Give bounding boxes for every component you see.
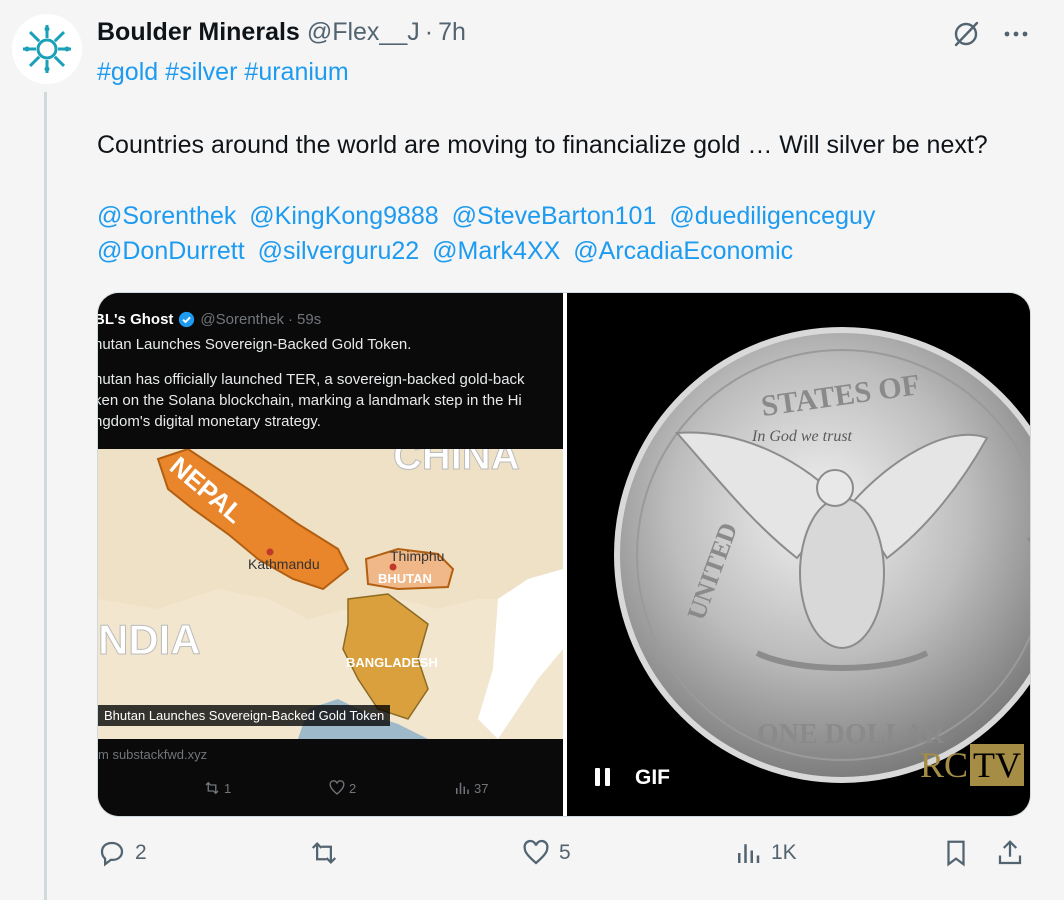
silver-dollar-image: STATES OF In God we trust UNITED AMERICA… — [567, 293, 1030, 816]
like-button[interactable]: 5 — [521, 838, 571, 868]
display-name[interactable]: Boulder Minerals — [97, 18, 300, 47]
mention-link[interactable]: @KingKong9888 — [249, 202, 438, 230]
mention-link[interactable]: @Mark4XX — [432, 237, 560, 265]
map-label-bhutan: BHUTAN — [378, 571, 432, 586]
share-icon — [998, 840, 1022, 865]
map-label-china: CHINA — [393, 449, 520, 478]
quoted-header: BL's Ghost @Sorenthek · 59s — [98, 311, 563, 328]
hashtag-link[interactable]: #gold — [97, 58, 158, 86]
bookmark-button[interactable] — [941, 838, 971, 868]
like-count: 5 — [559, 841, 571, 864]
quoted-views: 37 — [453, 779, 563, 797]
mention-link[interactable]: @Sorenthek — [97, 202, 236, 230]
mention-link[interactable]: @DonDurrett — [97, 237, 245, 265]
hashtag-link[interactable]: #uranium — [244, 58, 348, 86]
header-icons — [950, 18, 1032, 50]
more-icon[interactable] — [1000, 18, 1032, 50]
separator-dot: · — [424, 18, 434, 46]
quoted-time: 59s — [297, 311, 322, 328]
heart-icon — [329, 780, 345, 795]
mention-link[interactable]: @duediligenceguy — [669, 202, 875, 230]
views-count: 1K — [771, 841, 797, 864]
quoted-name: BL's Ghost — [98, 311, 174, 328]
thread-line — [44, 92, 47, 900]
map-label-kathmandu: Kathmandu — [248, 556, 320, 572]
reply-count: 2 — [135, 841, 147, 864]
sparkle-logo-icon — [23, 25, 71, 73]
repost-button[interactable] — [309, 838, 347, 868]
bhutan-map: CHINA NEPAL Kathmandu Thimphu BHUTAN NDI… — [98, 449, 563, 739]
quoted-footer: m substackfwd.xyz 1 2 37 — [98, 739, 563, 816]
share-button[interactable] — [995, 838, 1025, 868]
watermark-tv: TV — [970, 744, 1024, 786]
map-label-india: NDIA — [98, 616, 201, 663]
hashtags: #gold #silver #uranium — [97, 58, 356, 87]
views-button[interactable]: 1K — [733, 838, 797, 868]
quoted-line: ngdom's digital monetary strategy. — [98, 413, 321, 430]
quoted-like: 2 — [328, 779, 453, 797]
reply-button[interactable]: 2 — [97, 838, 147, 868]
gif-controls: GIF — [595, 766, 670, 790]
coin-text-bottom: ONE DOLLAR — [757, 719, 945, 750]
map-label-bangladesh: BANGLADESH — [346, 655, 438, 670]
mention-link[interactable]: @silverguru22 — [258, 237, 420, 265]
mentions: @Sorenthek @KingKong9888 @SteveBarton101… — [97, 199, 1027, 269]
grok-icon[interactable] — [950, 18, 982, 50]
quoted-like-count: 2 — [349, 780, 357, 796]
timestamp[interactable]: 7h — [438, 18, 466, 47]
retweet-icon — [205, 781, 219, 795]
tweet-actions: 2 5 1K — [97, 838, 1031, 878]
bookmark-icon — [947, 840, 965, 867]
tweet-body: Countries around the world are moving to… — [97, 131, 988, 159]
media-gif-coin[interactable]: STATES OF In God we trust UNITED AMERICA… — [567, 293, 1030, 816]
quoted-views-count: 37 — [474, 780, 489, 796]
quoted-handle: @Sorenthek — [200, 311, 285, 328]
hashtag-link[interactable]: #silver — [165, 58, 237, 86]
quoted-actions: 1 2 37 — [203, 779, 563, 797]
quoted-retweet-count: 1 — [224, 780, 232, 796]
media-image-screenshot[interactable]: BL's Ghost @Sorenthek · 59s hutan Launch… — [98, 293, 563, 816]
rctv-watermark: RC TV — [920, 744, 1024, 786]
mention-link[interactable]: @SteveBarton101 — [452, 202, 657, 230]
avatar[interactable] — [12, 14, 82, 84]
quoted-tweet-screenshot: BL's Ghost @Sorenthek · 59s hutan Launch… — [98, 293, 563, 449]
tweet-header: Boulder Minerals @Flex__J · 7h — [97, 18, 466, 47]
repost-icon — [311, 842, 337, 864]
views-icon — [456, 782, 469, 794]
verified-badge-icon — [179, 311, 195, 328]
heart-icon — [523, 839, 549, 865]
quoted-line: ken on the Solana blockchain, marking a … — [98, 392, 522, 409]
author-handle[interactable]: @Flex__J — [307, 18, 420, 47]
watermark-rc: RC — [919, 745, 968, 785]
image-caption: Bhutan Launches Sovereign-Backed Gold To… — [98, 705, 391, 726]
reply-icon — [100, 841, 124, 867]
views-icon — [738, 844, 760, 863]
quoted-line: hutan has officially launched TER, a sov… — [98, 371, 525, 388]
map-label-thimphu: Thimphu — [390, 548, 444, 564]
pause-button[interactable] — [595, 768, 611, 788]
quoted-retweet: 1 — [203, 779, 328, 797]
link-domain: m substackfwd.xyz — [98, 747, 208, 762]
media-grid: BL's Ghost @Sorenthek · 59s hutan Launch… — [97, 292, 1031, 817]
quoted-title: hutan Launches Sovereign-Backed Gold Tok… — [98, 336, 412, 353]
coin-motto: In God we trust — [751, 428, 853, 445]
mention-link[interactable]: @ArcadiaEconomic — [573, 237, 793, 265]
gif-label: GIF — [635, 766, 670, 789]
